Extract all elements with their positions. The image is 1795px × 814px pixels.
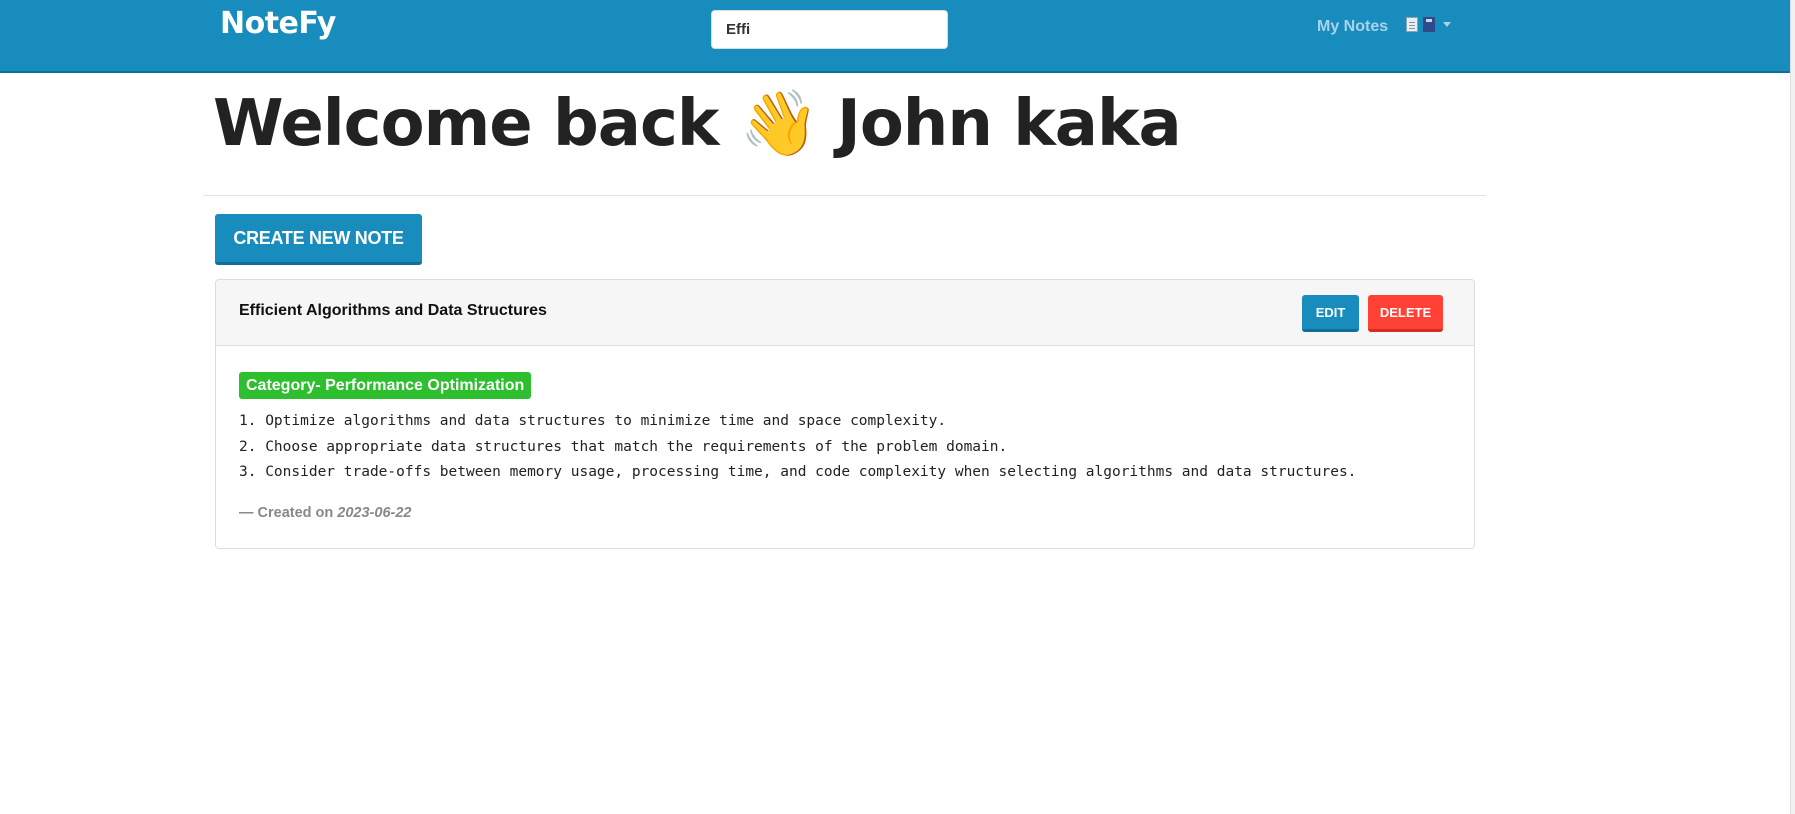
create-note-button[interactable]: CREATE NEW NOTE — [215, 214, 422, 265]
note-card-header: Efficient Algorithms and Data Structures… — [216, 280, 1474, 346]
welcome-text: Welcome back — [213, 87, 719, 161]
caret-down-icon — [1443, 22, 1451, 27]
user-name: John kaka — [837, 87, 1182, 161]
page-title: Welcome back 👋 John kaka — [213, 86, 1182, 161]
note-line: 3. Consider trade-offs between memory us… — [239, 464, 1357, 480]
nav-my-notes[interactable]: My Notes — [1317, 18, 1388, 36]
created-date-footer: — Created on 2023-06-22 — [239, 505, 411, 521]
note-content: 1. Optimize algorithms and data structur… — [239, 409, 1356, 486]
created-label: — Created on — [239, 505, 334, 521]
waving-hand-icon: 👋 — [739, 87, 820, 161]
created-date: 2023-06-22 — [337, 505, 412, 521]
note-line: 1. Optimize algorithms and data structur… — [239, 413, 947, 429]
note-line: 2. Choose appropriate data structures th… — [239, 438, 1008, 455]
scrollbar[interactable] — [1790, 0, 1795, 814]
note-title: Efficient Algorithms and Data Structures — [239, 302, 547, 319]
divider — [203, 195, 1486, 196]
edit-button[interactable]: EDIT — [1302, 295, 1359, 332]
category-badge: Category- Performance Optimization — [239, 372, 532, 399]
navbar: NoteFy My Notes — [0, 0, 1790, 73]
document-icon — [1406, 17, 1418, 32]
search-input[interactable] — [711, 10, 948, 49]
delete-button[interactable]: DELETE — [1368, 295, 1443, 332]
brand-logo[interactable]: NoteFy — [220, 6, 336, 41]
user-dropdown-toggle[interactable] — [1406, 17, 1451, 32]
note-card: Efficient Algorithms and Data Structures… — [215, 279, 1475, 549]
book-icon — [1423, 17, 1435, 32]
